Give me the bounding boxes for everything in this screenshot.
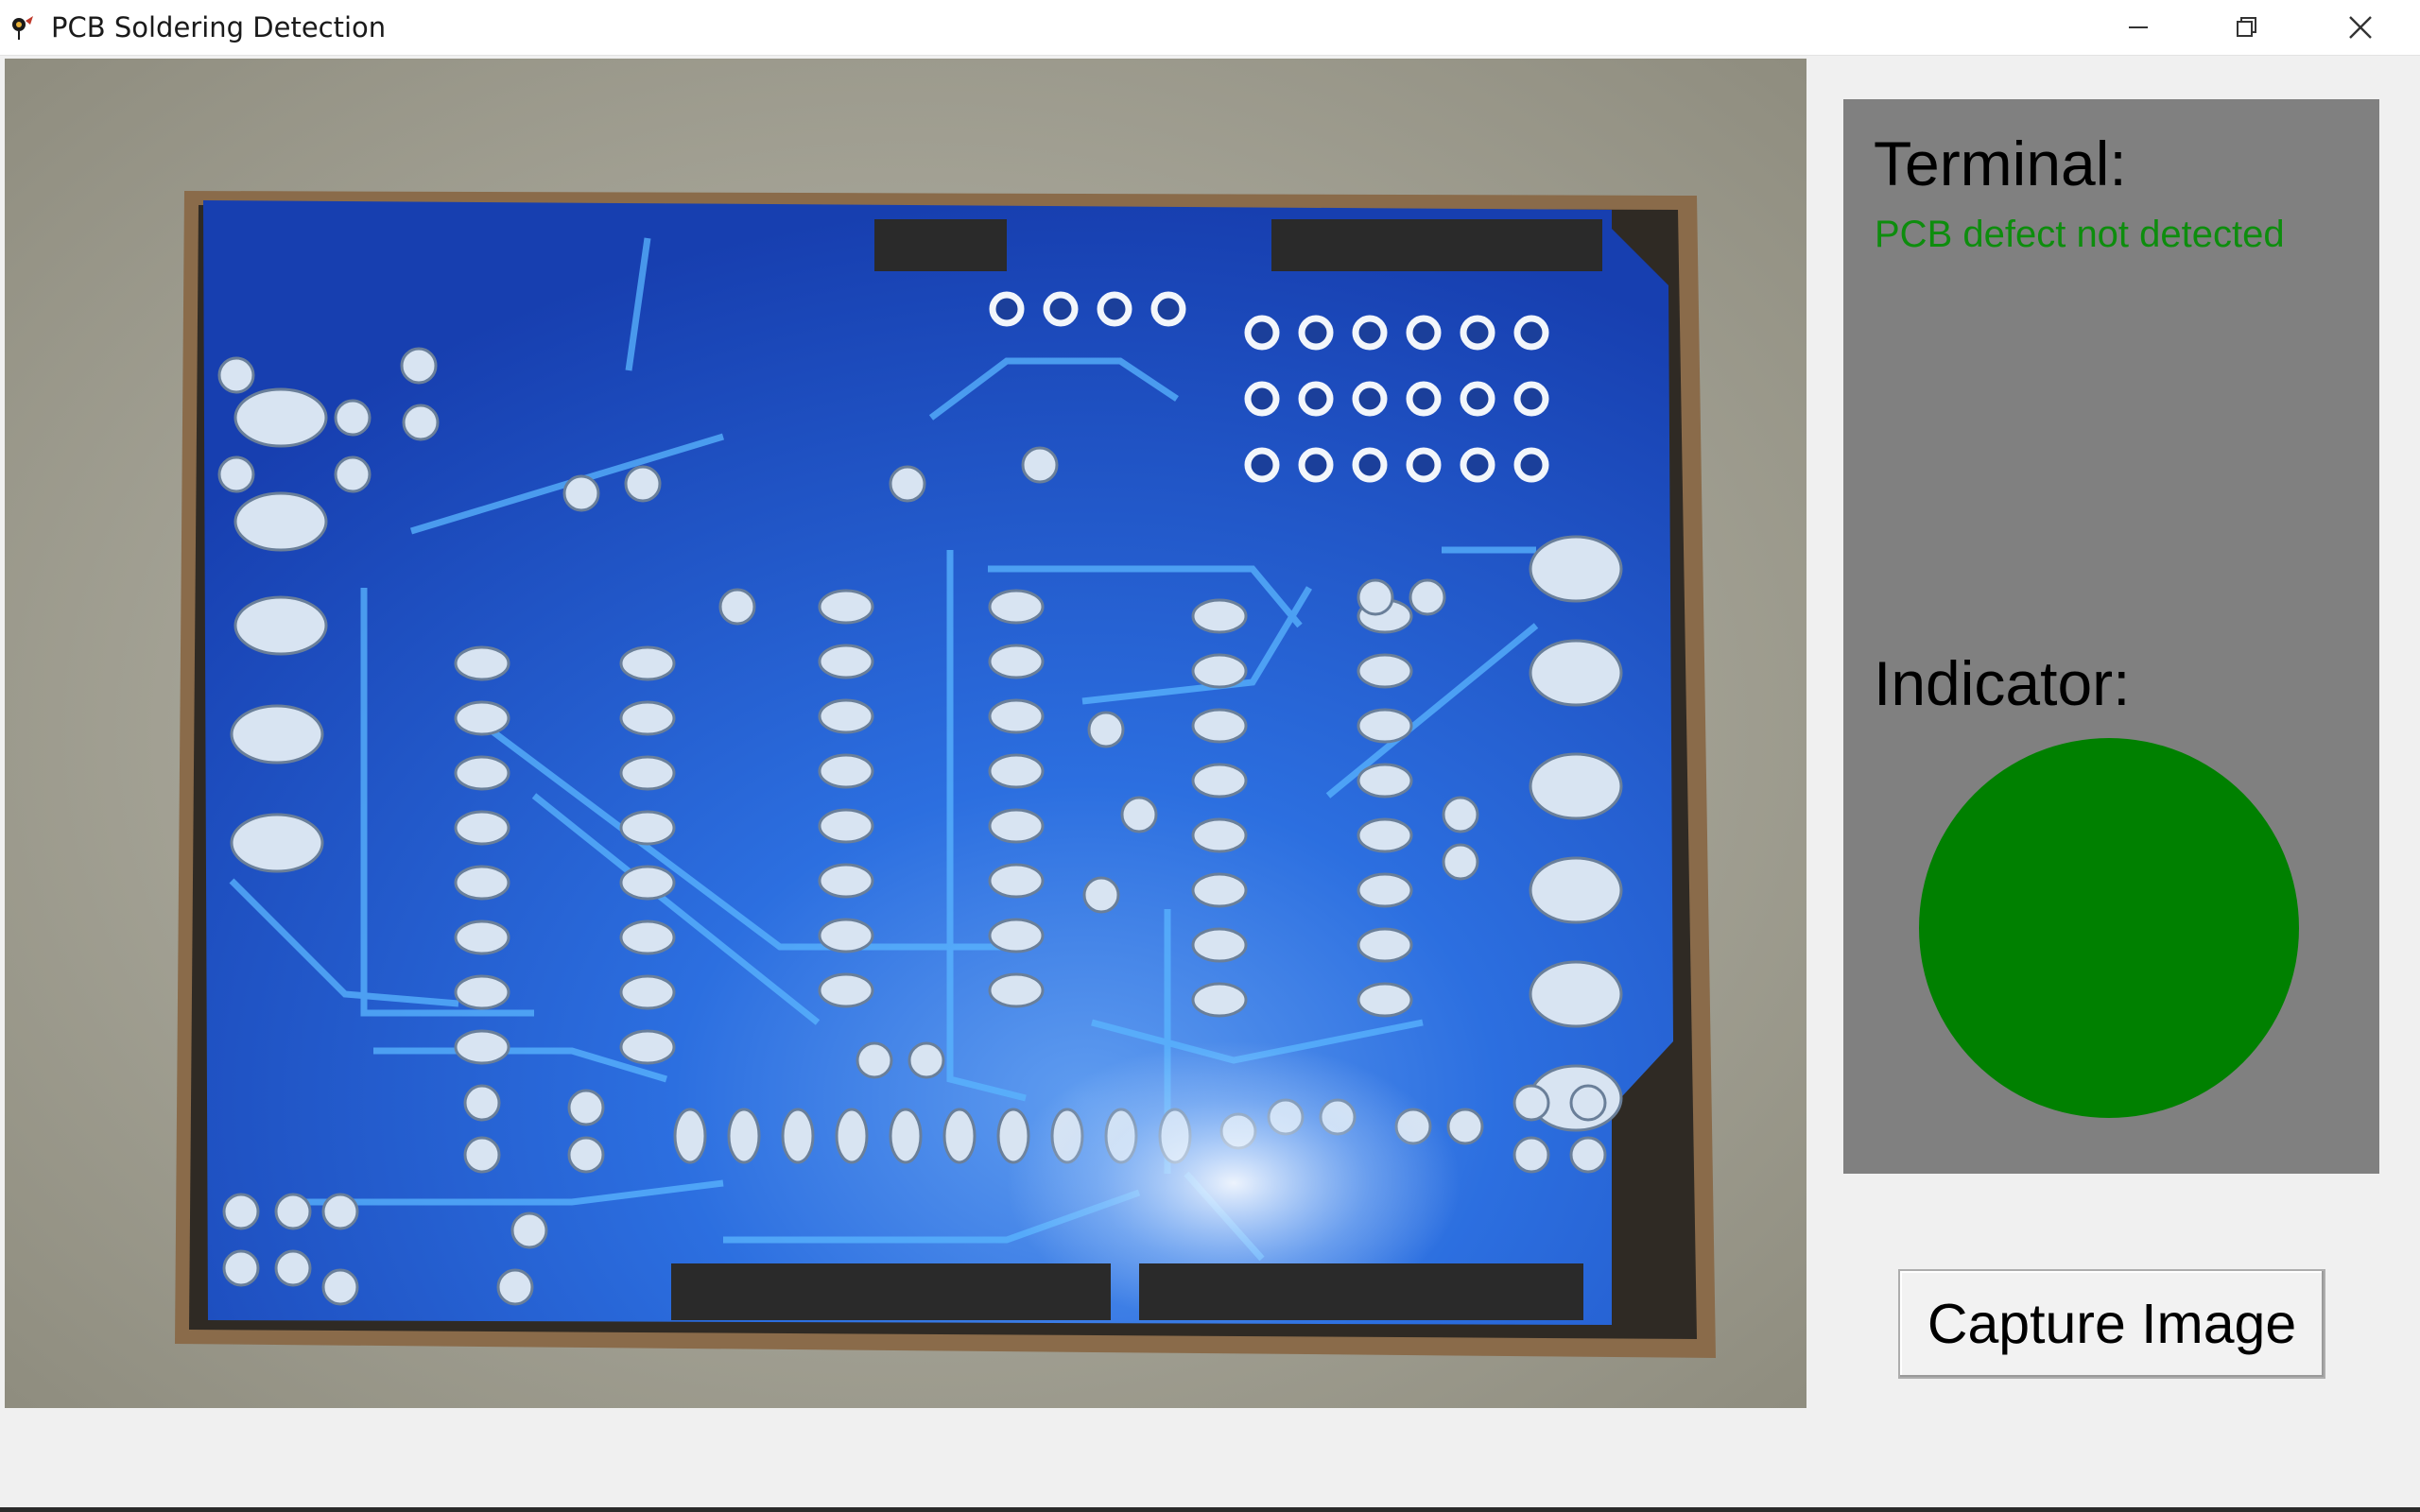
terminal-label: Terminal: (1874, 129, 2127, 198)
window-bottom-edge (0, 1507, 2420, 1512)
status-panel: Terminal: PCB defect not detected Indica… (1843, 99, 2379, 1174)
close-button[interactable] (2301, 0, 2420, 55)
capture-image-button[interactable]: Capture Image (1898, 1269, 2325, 1379)
minimize-button[interactable] (2083, 0, 2192, 55)
feather-icon (12, 16, 33, 40)
window-title: PCB Soldering Detection (51, 11, 387, 43)
pcb-board-image (5, 59, 1806, 1408)
minimize-icon (2128, 26, 2148, 28)
status-indicator-light (1919, 738, 2299, 1118)
camera-feed (5, 59, 1806, 1408)
restore-button[interactable] (2192, 0, 2301, 55)
title-bar: PCB Soldering Detection (0, 0, 2420, 56)
restore-icon (2236, 17, 2256, 37)
close-icon (2349, 16, 2372, 39)
terminal-message: PCB defect not detected (1875, 214, 2285, 255)
indicator-label: Indicator: (1874, 648, 2131, 718)
